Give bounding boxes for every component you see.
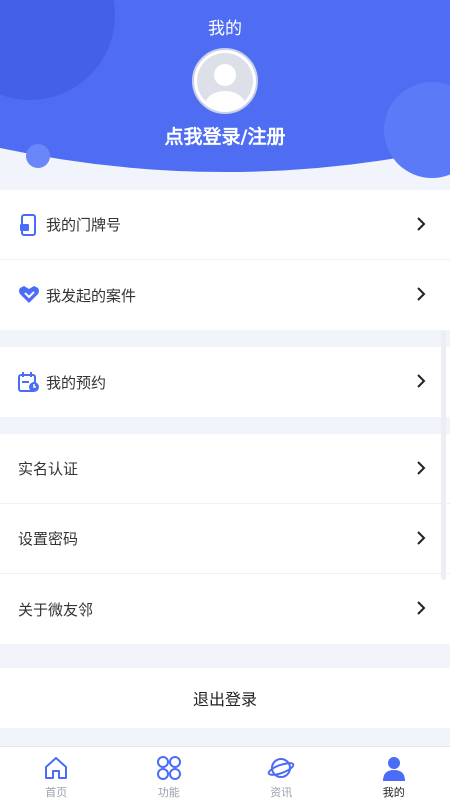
menu-item-label: 实名认证: [18, 460, 79, 478]
menu-item-label: 我的预约: [46, 373, 107, 392]
menu-item-appointments[interactable]: 我的预约: [0, 347, 450, 417]
chevron-right-icon: [417, 461, 426, 475]
menu-item-label: 关于微友邻: [18, 600, 94, 619]
menu-group-appointments: 我的预约: [0, 347, 450, 417]
menu-item-about[interactable]: 关于微友邻: [0, 574, 450, 644]
tab-news[interactable]: 资讯: [225, 747, 338, 800]
profile-header: 我的 点我登录/注册: [0, 0, 450, 178]
login-register-link[interactable]: 点我登录/注册: [0, 122, 450, 149]
chevron-right-icon: [417, 601, 426, 615]
grid-icon: [154, 753, 184, 783]
page-title: 我的: [208, 19, 242, 39]
tab-home[interactable]: 首页: [0, 747, 113, 800]
menu-item-label: 我的门牌号: [46, 216, 122, 234]
doorplate-phone-icon: [18, 213, 40, 236]
menu-item-label: 设置密码: [18, 530, 79, 548]
planet-icon: [266, 753, 296, 783]
user-icon: [379, 753, 409, 783]
menu-item-my-cases[interactable]: 我发起的案件: [0, 260, 450, 330]
menu-group-account: 我的门牌号 我发起的案件: [0, 190, 450, 330]
logout-button[interactable]: 退出登录: [0, 668, 450, 728]
chevron-right-icon: [417, 217, 426, 231]
menu-item-set-password[interactable]: 设置密码: [0, 504, 450, 574]
tab-functions[interactable]: 功能: [113, 747, 226, 800]
calendar-clock-icon: [18, 371, 40, 393]
user-placeholder-icon: [205, 64, 245, 109]
tab-label: 首页: [45, 786, 68, 799]
menu-group-settings: 实名认证 设置密码 关于微友邻: [0, 434, 450, 644]
heart-badge-icon: [18, 284, 40, 306]
chevron-right-icon: [417, 287, 426, 301]
tab-label: 我的: [382, 786, 405, 799]
avatar[interactable]: [192, 48, 258, 114]
home-icon: [41, 753, 71, 783]
menu-item-doorplate[interactable]: 我的门牌号: [0, 190, 450, 260]
tab-label: 资讯: [270, 786, 293, 799]
chevron-right-icon: [417, 374, 426, 388]
menu-item-real-name-auth[interactable]: 实名认证: [0, 434, 450, 504]
menu-item-label: 我发起的案件: [46, 286, 137, 305]
scrollbar[interactable]: [441, 330, 446, 580]
tab-label: 功能: [157, 786, 180, 799]
tab-mine[interactable]: 我的: [338, 747, 450, 800]
bottom-tabbar: 首页 功能 资讯 我的: [0, 746, 450, 800]
chevron-right-icon: [417, 531, 426, 545]
